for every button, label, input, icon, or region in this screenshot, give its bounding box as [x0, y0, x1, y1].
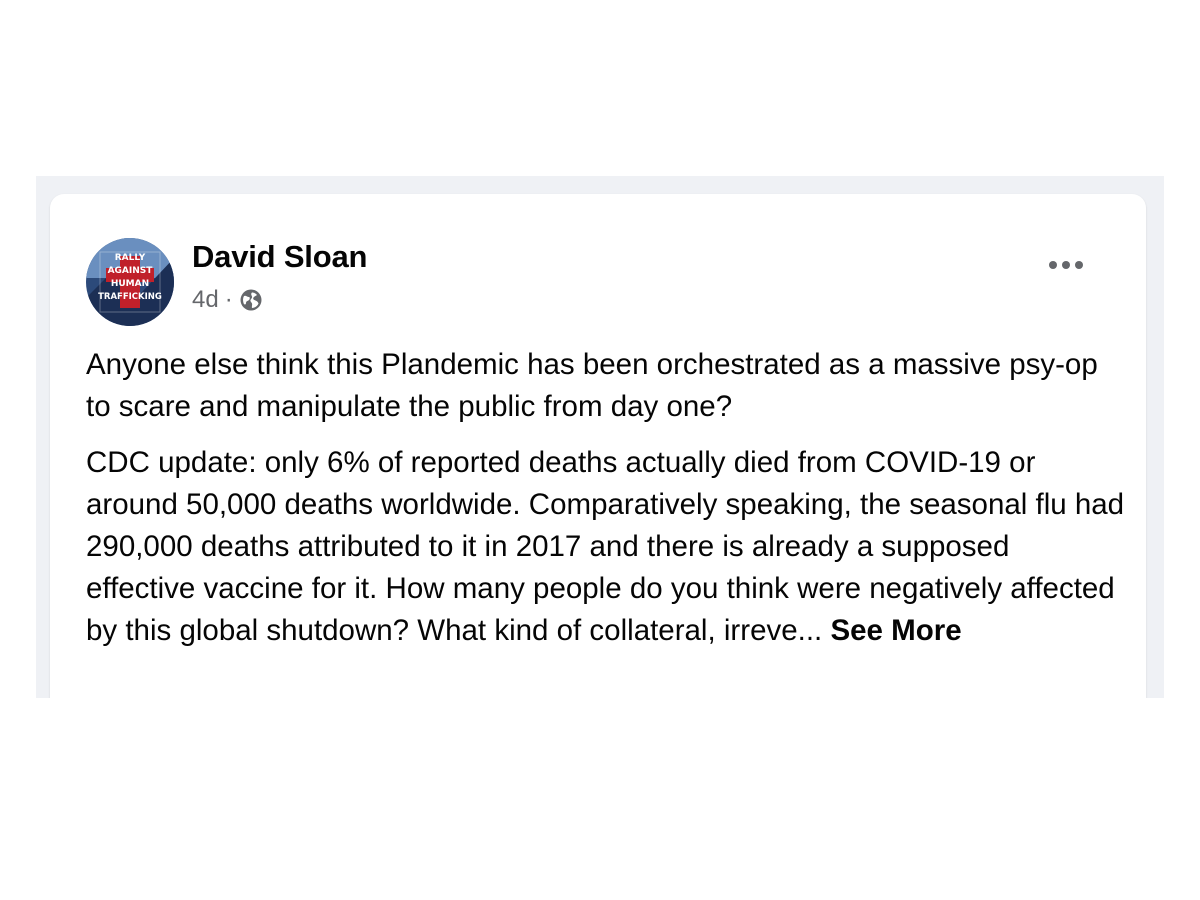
post-paragraph-2-text: CDC update: only 6% of reported deaths a…: [86, 446, 1125, 647]
see-more-link[interactable]: See More: [830, 614, 961, 647]
news-feed: RALLY AGAINST HUMAN TRAFFICKING David Sl…: [36, 176, 1164, 698]
post-timestamp[interactable]: 4d: [192, 286, 219, 314]
post-paragraph-2: CDC update: only 6% of reported deaths a…: [86, 442, 1126, 652]
post-card: RALLY AGAINST HUMAN TRAFFICKING David Sl…: [50, 194, 1146, 698]
avatar-text-3: HUMAN: [111, 279, 149, 289]
more-options-icon: [1049, 261, 1083, 269]
meta-separator: ·: [224, 286, 233, 313]
author-name[interactable]: David Sloan: [192, 239, 367, 275]
globe-icon[interactable]: [239, 288, 263, 312]
avatar-text-1: RALLY: [115, 253, 146, 263]
post-paragraph-1: Anyone else think this Plandemic has bee…: [86, 348, 1098, 423]
avatar-text-4: TRAFFICKING: [98, 292, 162, 302]
post-meta: 4d ·: [192, 286, 263, 314]
avatar-image: RALLY AGAINST HUMAN TRAFFICKING: [86, 238, 174, 326]
avatar-text-2: AGAINST: [108, 266, 154, 276]
avatar[interactable]: RALLY AGAINST HUMAN TRAFFICKING: [86, 238, 174, 326]
post-text: Anyone else think this Plandemic has bee…: [86, 344, 1126, 666]
more-options-button[interactable]: [1044, 250, 1088, 280]
